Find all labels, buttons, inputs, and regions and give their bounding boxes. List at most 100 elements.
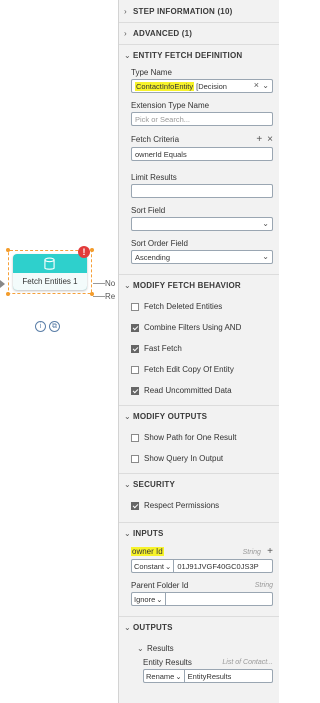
chevron-right-icon: ›	[124, 6, 127, 16]
section-step-information[interactable]: › STEP INFORMATION (10)	[119, 0, 279, 22]
resize-handle-top-left[interactable]	[6, 248, 10, 252]
section-title: SECURITY	[133, 480, 176, 489]
checkbox-fetch-edit-copy[interactable]: Fetch Edit Copy Of Entity	[131, 359, 273, 380]
inputs-body: owner Id String + Constant ⌄ 01J91JVGF40…	[119, 546, 279, 610]
output-label-no[interactable]: No	[105, 279, 115, 288]
section-outputs[interactable]: ⌄ OUTPUTS	[119, 616, 279, 638]
entity-results-field[interactable]: Rename ⌄ EntityResults	[143, 669, 273, 683]
section-title: ENTITY FETCH DEFINITION	[133, 51, 243, 60]
checkbox-read-uncommitted[interactable]: Read Uncommitted Data	[131, 380, 273, 401]
checkbox-fetch-deleted[interactable]: Fetch Deleted Entities	[131, 296, 273, 317]
fetch-behavior-body: Fetch Deleted Entities Combine Filters U…	[119, 296, 279, 405]
chevron-down-icon: ⌄	[124, 529, 131, 538]
checkbox-label: Fast Fetch	[144, 344, 182, 353]
entity-results-type: List of Contact...	[222, 659, 273, 666]
input-connector	[0, 280, 5, 288]
limit-results-label: Limit Results	[131, 173, 177, 182]
checkbox[interactable]	[131, 386, 139, 395]
security-body: Respect Permissions	[119, 495, 279, 520]
extension-type-label: Extension Type Name	[131, 101, 210, 110]
outputs-body: Entity Results List of Contact... Rename…	[119, 658, 279, 687]
sort-field-label: Sort Field	[131, 206, 166, 215]
clear-icon[interactable]: ×	[254, 80, 259, 90]
extension-placeholder: Pick or Search...	[135, 114, 191, 124]
checkbox[interactable]	[131, 344, 139, 353]
chevron-down-icon: ⌄	[175, 671, 182, 681]
owner-id-type: String	[242, 549, 261, 556]
sort-order-value: Ascending	[135, 252, 171, 262]
type-name-suffix: [Decision	[196, 81, 227, 91]
info-icon[interactable]: i	[35, 321, 46, 332]
add-criteria-icon[interactable]: +	[256, 134, 262, 145]
owner-id-mode-select[interactable]: Constant ⌄	[132, 560, 175, 572]
checkbox-label: Show Query In Output	[144, 454, 224, 463]
workflow-canvas[interactable]: Fetch Entities 1 ! i ⧉ No Re	[0, 0, 118, 703]
section-modify-fetch-behavior[interactable]: ⌄ MODIFY FETCH BEHAVIOR	[119, 274, 279, 296]
resize-handle-bottom-left[interactable]	[6, 292, 10, 296]
section-security[interactable]: ⌄ SECURITY	[119, 473, 279, 495]
results-group[interactable]: ⌄ Results	[119, 638, 279, 658]
owner-id-field[interactable]: Constant ⌄ 01J91JVGF40GC0JS3P	[131, 559, 273, 573]
owner-id-label: owner Id	[131, 547, 164, 556]
parent-folder-value[interactable]	[166, 593, 169, 605]
entity-results-value[interactable]: EntityResults	[185, 670, 232, 682]
fetch-entities-step[interactable]: Fetch Entities 1	[13, 254, 87, 290]
results-label: Results	[147, 643, 174, 653]
remove-criteria-icon[interactable]: ×	[267, 134, 273, 145]
fetch-criteria-input[interactable]: ownerId Equals	[131, 147, 273, 161]
parent-folder-mode: Ignore	[134, 594, 156, 604]
checkbox[interactable]	[131, 302, 139, 311]
fetch-criteria-value: ownerId Equals	[135, 149, 187, 159]
add-input-icon[interactable]: +	[267, 546, 273, 557]
checkbox[interactable]	[131, 365, 139, 374]
parent-folder-label: Parent Folder Id	[131, 581, 189, 590]
sort-order-select[interactable]: Ascending ⌄	[131, 250, 273, 264]
resize-handle-top-right[interactable]	[90, 248, 94, 252]
chevron-down-icon[interactable]: ⌄	[262, 81, 269, 90]
extension-type-input[interactable]: Pick or Search...	[131, 112, 273, 126]
checkbox[interactable]	[131, 323, 139, 332]
chevron-down-icon[interactable]: ⌄	[262, 219, 269, 228]
type-name-select[interactable]: ContactInfoEntity [Decision × ⌄	[131, 79, 273, 93]
database-icon	[44, 257, 55, 270]
section-title: STEP INFORMATION (10)	[133, 6, 233, 16]
checkbox-label: Show Path for One Result	[144, 433, 237, 442]
chevron-down-icon: ⌄	[165, 561, 172, 571]
parent-folder-field[interactable]: Ignore ⌄	[131, 592, 273, 606]
chevron-down-icon: ⌄	[137, 643, 144, 653]
modify-outputs-body: Show Path for One Result Show Query In O…	[119, 427, 279, 473]
chevron-down-icon: ⌄	[124, 623, 131, 632]
checkbox-respect-permissions[interactable]: Respect Permissions	[131, 495, 273, 516]
section-title: OUTPUTS	[133, 623, 173, 632]
checkbox-label: Fetch Edit Copy Of Entity	[144, 365, 234, 374]
checkbox-show-query[interactable]: Show Query In Output	[131, 448, 273, 469]
section-entity-fetch-definition[interactable]: ⌄ ENTITY FETCH DEFINITION	[119, 44, 279, 66]
checkbox-show-path[interactable]: Show Path for One Result	[131, 427, 273, 448]
copy-icon[interactable]: ⧉	[49, 321, 60, 332]
checkbox[interactable]	[131, 454, 139, 463]
properties-panel: › STEP INFORMATION (10) › ADVANCED (1) ⌄…	[118, 0, 279, 703]
section-title: MODIFY FETCH BEHAVIOR	[133, 281, 241, 290]
entity-results-mode-select[interactable]: Rename ⌄	[144, 670, 185, 682]
section-advanced[interactable]: › ADVANCED (1)	[119, 22, 279, 44]
checkbox-combine-filters[interactable]: Combine Filters Using AND	[131, 317, 273, 338]
limit-results-input[interactable]	[131, 184, 273, 198]
chevron-down-icon: ⌄	[124, 412, 131, 421]
checkbox[interactable]	[131, 501, 139, 510]
section-modify-outputs[interactable]: ⌄ MODIFY OUTPUTS	[119, 405, 279, 427]
checkbox-label: Read Uncommitted Data	[144, 386, 232, 395]
chevron-down-icon[interactable]: ⌄	[262, 252, 269, 261]
checkbox-fast-fetch[interactable]: Fast Fetch	[131, 338, 273, 359]
sort-field-select[interactable]: ⌄	[131, 217, 273, 231]
owner-id-value[interactable]: 01J91JVGF40GC0JS3P	[174, 560, 258, 572]
entity-fetch-body: Type Name ContactInfoEntity [Decision × …	[119, 66, 279, 268]
error-badge[interactable]: !	[78, 246, 90, 258]
output-label-results[interactable]: Re	[105, 292, 115, 301]
parent-folder-mode-select[interactable]: Ignore ⌄	[132, 593, 166, 605]
chevron-down-icon: ⌄	[156, 594, 163, 604]
checkbox-label: Respect Permissions	[144, 501, 220, 510]
chevron-down-icon: ⌄	[124, 480, 131, 489]
section-inputs[interactable]: ⌄ INPUTS	[119, 522, 279, 544]
output-connector-line	[93, 296, 105, 297]
checkbox[interactable]	[131, 433, 139, 442]
